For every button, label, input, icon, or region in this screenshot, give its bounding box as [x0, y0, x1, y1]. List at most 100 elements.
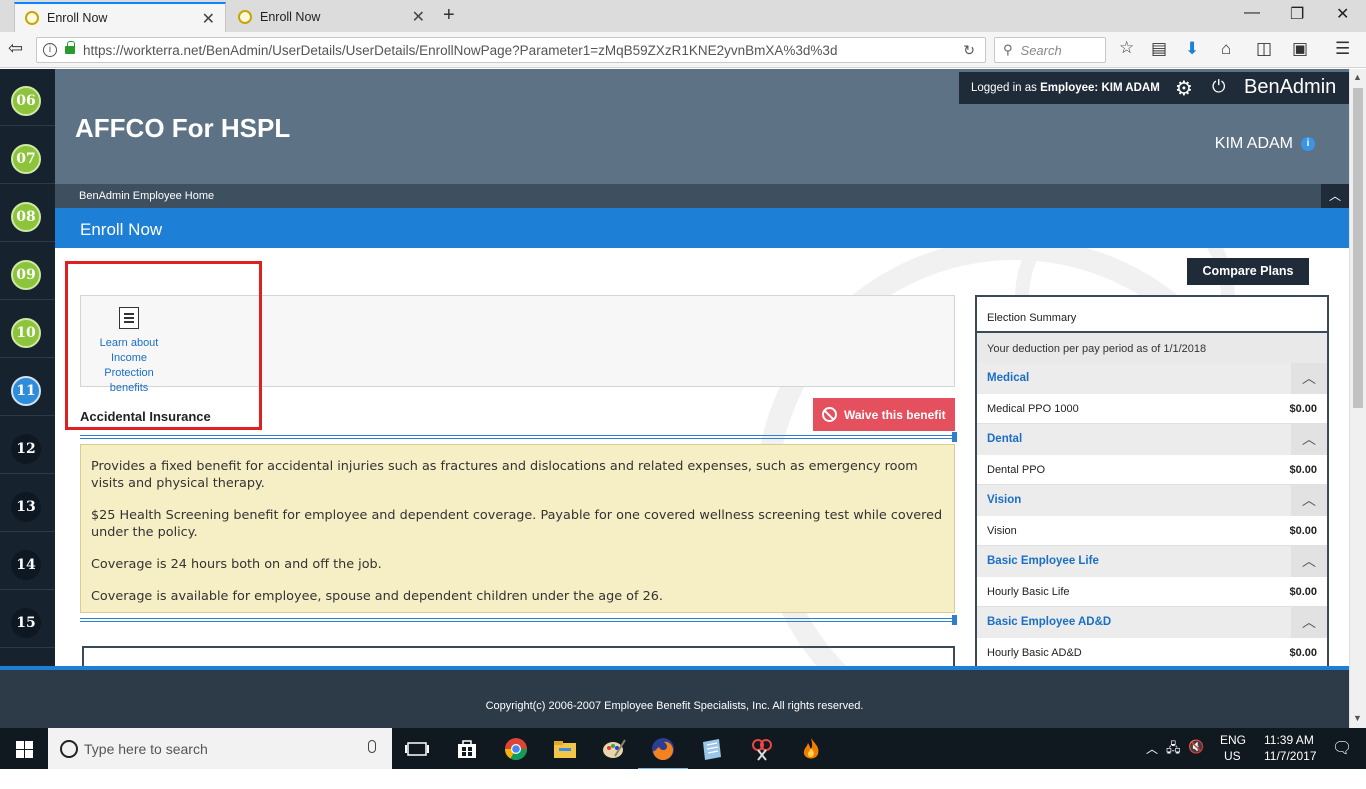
enrollment-step-rail: 06 07 08 09 10 11 12 13 14 15	[0, 69, 55, 669]
restore-icon[interactable]: ❐	[1290, 4, 1304, 24]
volume-muted-icon[interactable]: 🔇	[1188, 739, 1204, 755]
step-15[interactable]: 15	[0, 590, 55, 648]
waive-benefit-button[interactable]: Waive this benefit	[813, 398, 955, 431]
summary-category[interactable]: Medical ︿	[977, 363, 1327, 394]
summary-category-name[interactable]: Basic Employee AD&D	[987, 616, 1111, 628]
step-06[interactable]: 06	[0, 68, 55, 126]
step-10[interactable]: 10	[0, 300, 55, 358]
summary-category-name[interactable]: Medical	[987, 372, 1029, 384]
close-window-icon[interactable]: ✕	[1336, 4, 1349, 24]
browser-search-input[interactable]: ⚲ Search	[994, 37, 1106, 63]
user-bar: Logged in as Employee: KIM ADAM ⚙ ⏻ BenA…	[959, 72, 1349, 104]
breadcrumb-home-link[interactable]: BenAdmin Employee Home	[79, 190, 214, 202]
collapse-chevron-icon[interactable]: ︿	[1291, 546, 1327, 577]
notifications-icon[interactable]: 🗨	[1332, 738, 1352, 758]
collapse-chevron-icon[interactable]: ︿	[1291, 607, 1327, 638]
store-icon[interactable]	[454, 736, 480, 762]
collapse-chevron-icon[interactable]: ︿	[1291, 424, 1327, 455]
extension-icon[interactable]: ▣	[1292, 39, 1308, 59]
windows-start-icon[interactable]	[0, 728, 48, 769]
chrome-icon[interactable]	[503, 736, 529, 762]
plan-name: Dental PPO	[987, 464, 1046, 476]
notes-app-icon[interactable]	[699, 736, 725, 762]
summary-plan-row: Dental PPO $0.00	[977, 455, 1327, 485]
summary-category[interactable]: Dental ︿	[977, 424, 1327, 455]
summary-plan-row: Hourly Basic Life $0.00	[977, 577, 1327, 607]
home-icon[interactable]: ⌂	[1221, 39, 1231, 59]
collapse-chevron-icon[interactable]: ︿	[1321, 184, 1349, 208]
taskbar-search-input[interactable]: Type here to search	[48, 728, 392, 769]
breadcrumb: BenAdmin Employee Home ︿	[55, 184, 1349, 208]
main-content: Compare Plans Learn about Income Protect…	[55, 248, 1349, 669]
step-11[interactable]: 11	[0, 358, 55, 416]
summary-category-name[interactable]: Dental	[987, 433, 1022, 445]
summary-category[interactable]: Basic Employee AD&D ︿	[977, 607, 1327, 638]
pocket-icon[interactable]: ◫	[1256, 39, 1272, 59]
company-name: AFFCO For HSPL	[75, 113, 291, 143]
plan-name: Vision	[987, 525, 1017, 537]
divider	[80, 615, 957, 625]
step-12[interactable]: 12	[0, 416, 55, 474]
snipping-tool-icon[interactable]	[749, 736, 775, 762]
scroll-down-icon[interactable]: ▼	[1353, 713, 1362, 723]
reload-icon[interactable]: ↻	[963, 42, 975, 59]
compare-plans-button[interactable]: Compare Plans	[1187, 258, 1309, 285]
language-indicator[interactable]: ENG	[1220, 733, 1246, 747]
collapse-chevron-icon[interactable]: ︿	[1291, 363, 1327, 394]
gear-icon[interactable]: ⚙	[1175, 76, 1193, 101]
firefox-icon[interactable]	[638, 736, 688, 770]
browser-tab-strip: Enroll Now ✕ Enroll Now ✕ + — ❐ ✕	[0, 0, 1366, 32]
step-14[interactable]: 14	[0, 532, 55, 590]
summary-list: Medical ︿ Medical PPO 1000 $0.00 Dental ︿ Dent…	[977, 363, 1327, 668]
step-07[interactable]: 07	[0, 126, 55, 184]
step-13[interactable]: 13	[0, 474, 55, 532]
scroll-thumb[interactable]	[1353, 88, 1363, 408]
tab-title: Enroll Now	[47, 11, 108, 25]
summary-plan-row: Hourly Basic AD&D $0.00	[977, 638, 1327, 668]
close-tab-icon[interactable]: ✕	[202, 9, 215, 29]
scroll-up-icon[interactable]: ▲	[1353, 72, 1362, 82]
microphone-icon[interactable]	[368, 740, 376, 753]
tray-chevron-icon[interactable]: ︿	[1146, 740, 1158, 757]
close-tab-icon[interactable]: ✕	[412, 7, 425, 27]
page-scrollbar[interactable]: ▲ ▼	[1349, 69, 1366, 728]
description-paragraph: Coverage is available for employee, spou…	[91, 589, 663, 604]
user-info-icon[interactable]: i	[1301, 137, 1315, 151]
file-explorer-icon[interactable]	[552, 736, 578, 762]
network-icon[interactable]: 🖧	[1166, 739, 1181, 761]
step-number-badge: 13	[11, 492, 41, 522]
reading-list-icon[interactable]: ▤	[1151, 39, 1167, 59]
taskbar-search-placeholder: Type here to search	[84, 740, 208, 757]
region-indicator[interactable]: US	[1224, 749, 1241, 763]
menu-hamburger-icon[interactable]: ☰	[1335, 39, 1350, 59]
site-info-icon[interactable]: i	[43, 43, 57, 57]
collapse-chevron-icon[interactable]: ︿	[1291, 485, 1327, 516]
task-view-icon[interactable]	[404, 736, 430, 762]
brand-name: BenAdmin	[1244, 76, 1337, 98]
highlight-annotation-box	[65, 261, 262, 430]
power-icon[interactable]: ⏻	[1212, 77, 1225, 97]
minimize-icon[interactable]: —	[1244, 4, 1260, 22]
screen-bottom-edge	[0, 769, 1366, 789]
plan-name: Medical PPO 1000	[987, 403, 1079, 415]
description-paragraph: Coverage is 24 hours both on and off the…	[91, 557, 382, 572]
flame-app-icon[interactable]	[798, 736, 824, 762]
summary-category[interactable]: Basic Employee Life ︿	[977, 546, 1327, 577]
step-09[interactable]: 09	[0, 242, 55, 300]
paint-icon[interactable]	[601, 736, 627, 762]
bookmark-star-icon[interactable]: ☆	[1119, 38, 1134, 58]
summary-category-name[interactable]: Basic Employee Life	[987, 555, 1099, 567]
clock-time[interactable]: 11:39 AM	[1264, 733, 1314, 747]
clock-date[interactable]: 11/7/2017	[1264, 749, 1317, 763]
download-icon[interactable]: ⬇	[1185, 39, 1199, 59]
browser-tab-2[interactable]: Enroll Now ✕	[228, 2, 435, 32]
url-bar[interactable]: i https://workterra.net/BenAdmin/UserDet…	[36, 37, 986, 63]
back-arrow-icon[interactable]: ⇦	[8, 38, 23, 59]
summary-category-name[interactable]: Vision	[987, 494, 1021, 506]
new-tab-icon[interactable]: +	[443, 4, 455, 27]
footer: Copyright(c) 2006-2007 Employee Benefit …	[0, 666, 1349, 728]
browser-tab-1[interactable]: Enroll Now ✕	[14, 2, 226, 32]
step-08[interactable]: 08	[0, 184, 55, 242]
summary-category[interactable]: Vision ︿	[977, 485, 1327, 516]
url-text[interactable]: https://workterra.net/BenAdmin/UserDetai…	[83, 43, 837, 58]
